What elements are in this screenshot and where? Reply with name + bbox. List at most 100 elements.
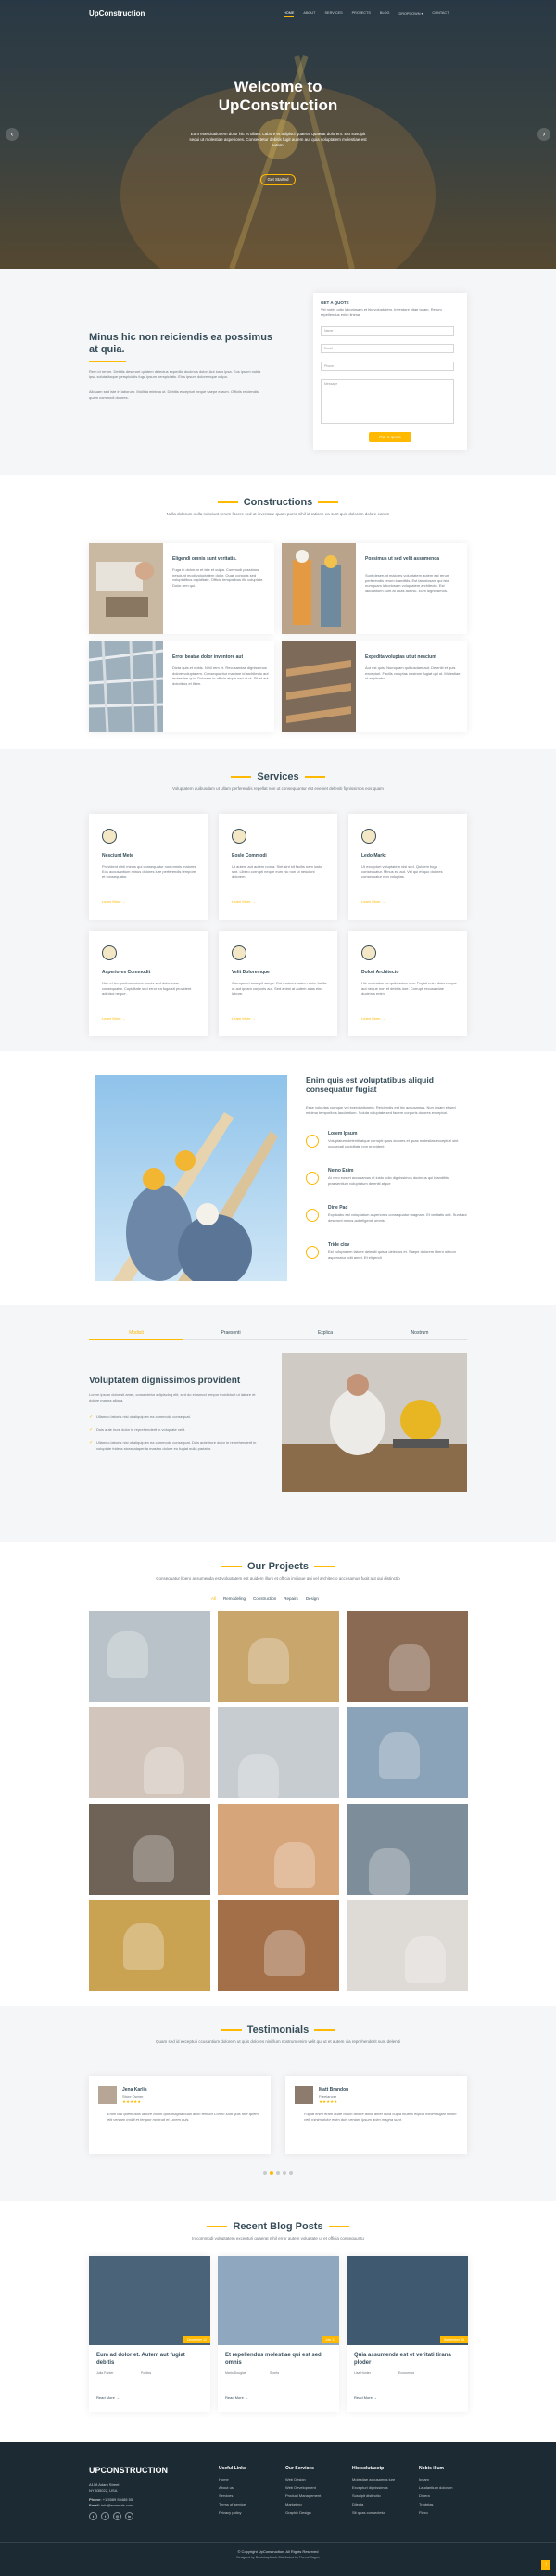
get-quote-button[interactable]: Get a quote <box>369 432 411 442</box>
nav-item-blog[interactable]: BLOG <box>380 11 390 17</box>
project-image-shape <box>248 1638 289 1684</box>
tab-nostrum[interactable]: Nostrum <box>373 1330 467 1336</box>
phone-field[interactable]: Phone <box>321 362 454 371</box>
footer-link[interactable]: Web Development <box>285 2485 316 2490</box>
blog-read-more-link[interactable]: Read More → <box>354 2395 377 2400</box>
feature-bullet-icon <box>306 1209 319 1222</box>
features-text: Lorem ipsum dolor sit amet, consectetur … <box>89 1392 256 1402</box>
facebook-icon[interactable]: f <box>101 2512 109 2520</box>
project-image[interactable] <box>347 1611 468 1702</box>
footer-link[interactable]: Product Management <box>285 2494 321 2498</box>
email-field[interactable]: Email <box>321 344 454 353</box>
service-card[interactable]: Velit Doloremque Cumque et suscipit saepe… <box>219 931 337 1036</box>
blog-card[interactable]: September 05 Quia assumenda est et verita… <box>347 2256 468 2412</box>
crane-icon <box>232 945 246 960</box>
message-field[interactable]: Message <box>321 379 454 424</box>
blog-card[interactable]: July 17 Et repellendus molestiae qui est … <box>218 2256 339 2412</box>
project-image[interactable] <box>89 1900 210 1991</box>
tab-modisit[interactable]: Modisit <box>89 1330 183 1336</box>
brand-logo[interactable]: UpConstruction <box>89 9 145 18</box>
project-image[interactable] <box>89 1707 210 1798</box>
service-card[interactable]: Dolori Architecto Hic molestias ea quibus… <box>348 931 467 1036</box>
instagram-icon[interactable]: ◎ <box>113 2512 121 2520</box>
pagination-dot[interactable] <box>283 2171 286 2175</box>
footer-link[interactable]: Web Design <box>285 2477 306 2481</box>
filter-construction[interactable]: Construction <box>253 1596 276 1601</box>
carousel-prev-arrow[interactable]: ‹ <box>6 128 19 141</box>
nav-item-dropdown[interactable]: DROPDOWN ▾ <box>398 11 423 17</box>
project-image[interactable] <box>347 1707 468 1798</box>
blog-read-more-link[interactable]: Read More → <box>96 2395 120 2400</box>
footer-link[interactable]: Marketing <box>285 2502 302 2506</box>
nav-item-home[interactable]: HOME <box>284 11 295 17</box>
project-image[interactable] <box>89 1611 210 1702</box>
construction-card-3[interactable]: Error beatae dolor inventore aut Dicta q… <box>89 641 274 732</box>
project-image[interactable] <box>218 1900 339 1991</box>
services-subtitle: Voluptatem quibusdam ut ullam perferendi… <box>172 786 384 791</box>
footer-link[interactable]: Flexo <box>419 2510 428 2515</box>
service-text: Non et temporibus minus omnis sed dolor … <box>102 981 192 996</box>
footer-link[interactable]: Dinera <box>419 2494 430 2498</box>
pagination-dot[interactable] <box>276 2171 280 2175</box>
blog-read-more-link[interactable]: Read More → <box>225 2395 248 2400</box>
nav-item-contact[interactable]: CONTACT <box>432 11 449 17</box>
nav-item-about[interactable]: ABOUT <box>303 11 315 17</box>
service-card[interactable]: Asperiores Commodit Non et temporibus min… <box>89 931 208 1036</box>
footer-link[interactable]: Dilecta <box>352 2502 363 2506</box>
footer-link[interactable]: Suscipit distinctio <box>352 2494 381 2498</box>
project-image[interactable] <box>347 1804 468 1895</box>
blog-card[interactable]: December 12 Eum ad dolor et. Autem aut fu… <box>89 2256 210 2412</box>
footer-link[interactable]: Molestiae accusamus iure <box>352 2477 395 2481</box>
get-started-button[interactable]: Get Started <box>260 174 296 185</box>
scroll-top-button[interactable]: ↑ <box>541 2560 550 2570</box>
nav-item-projects[interactable]: PROJECTS <box>352 11 371 17</box>
twitter-icon[interactable]: t <box>89 2512 97 2520</box>
service-learn-more-link[interactable]: Learn More → <box>232 899 256 904</box>
name-field[interactable]: Name <box>321 326 454 336</box>
footer-link[interactable]: About us <box>219 2485 234 2490</box>
filter-all[interactable]: All <box>211 1596 216 1601</box>
service-card[interactable]: Eosle Commodi Ut autem aut autem non a. S… <box>219 814 337 920</box>
worker-saw-image <box>282 1353 467 1492</box>
project-image[interactable] <box>347 1900 468 1991</box>
service-learn-more-link[interactable]: Learn More → <box>361 899 385 904</box>
service-learn-more-link[interactable]: Learn More → <box>102 1016 126 1021</box>
construction-card-1[interactable]: Eligendi omnis sunt veritatis. Fuga in d… <box>89 543 274 634</box>
filter-repairs[interactable]: Repairs <box>284 1596 298 1601</box>
footer-link[interactable]: Graphic Design <box>285 2510 311 2515</box>
tab-praesenti[interactable]: Praesenti <box>183 1330 278 1336</box>
footer-link[interactable]: Sit quas consectetur <box>352 2510 385 2515</box>
footer-link[interactable]: Trodelas <box>419 2502 433 2506</box>
service-card[interactable]: Ledo Markt Ut excepturi voluptatem nisi s… <box>348 814 467 920</box>
filter-remodeling[interactable]: Remodeling <box>223 1596 246 1601</box>
linkedin-icon[interactable]: in <box>125 2512 133 2520</box>
pagination-dot[interactable] <box>263 2171 267 2175</box>
filter-design[interactable]: Design <box>306 1596 319 1601</box>
footer-link[interactable]: Ipsam <box>419 2477 429 2481</box>
footer-link[interactable]: Home <box>219 2477 229 2481</box>
project-image[interactable] <box>218 1707 339 1798</box>
service-learn-more-link[interactable]: Learn More → <box>361 1016 385 1021</box>
pagination-dot[interactable] <box>270 2171 273 2175</box>
project-image[interactable] <box>218 1611 339 1702</box>
blog-post-title: Et repellendus molestiae qui est sed omn… <box>225 2353 322 2366</box>
tab-explica[interactable]: Explica <box>278 1330 373 1336</box>
footer-link[interactable]: Excepturi dignissimos <box>352 2485 388 2490</box>
carousel-next-arrow[interactable]: › <box>537 128 550 141</box>
nav-item-services[interactable]: SERVICES <box>325 11 343 17</box>
footer-link[interactable]: Privacy policy <box>219 2510 241 2515</box>
construction-card-4[interactable]: Expedita voluptas ut ut nesciunt Aut est… <box>282 641 467 732</box>
footer-link[interactable]: Laudantium dolorum <box>419 2485 452 2490</box>
construction-card-2[interactable]: Possimus ut sed velit assumenda Sunt des… <box>282 543 467 634</box>
service-learn-more-link[interactable]: Learn More → <box>232 1016 256 1021</box>
footer-link[interactable]: Services <box>219 2494 233 2498</box>
project-image-shape <box>379 1732 420 1779</box>
service-learn-more-link[interactable]: Learn More → <box>102 899 126 904</box>
project-image[interactable] <box>218 1804 339 1895</box>
service-card[interactable]: Nesciunt Mete Provident nihil minus qui c… <box>89 814 208 920</box>
project-image[interactable] <box>89 1804 210 1895</box>
footer-link[interactable]: Terms of service <box>219 2502 246 2506</box>
testimonial-stars-2: ★★★★★ <box>319 2100 338 2104</box>
blog-date-badge: December 12 <box>183 2336 210 2343</box>
pagination-dot[interactable] <box>289 2171 293 2175</box>
